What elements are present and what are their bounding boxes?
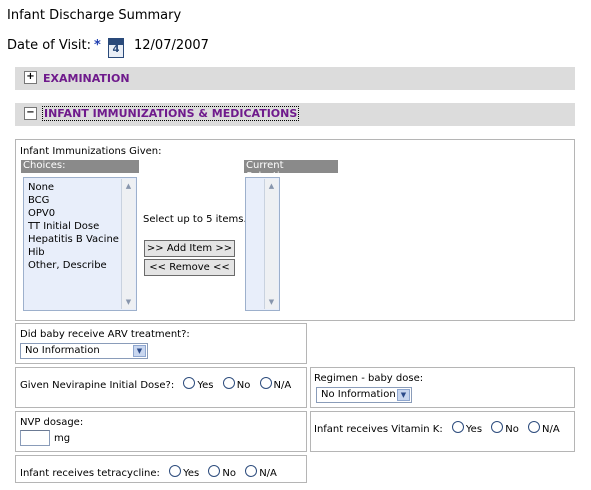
- nvp-dosage-input[interactable]: [20, 430, 50, 446]
- scroll-down-icon[interactable]: ▼: [123, 296, 134, 308]
- radio-label: N/A: [259, 468, 277, 479]
- nvp-question: NVP dosage:: [20, 417, 84, 428]
- choice-item[interactable]: Hib: [28, 246, 136, 259]
- scroll-up-icon[interactable]: ▲: [266, 180, 277, 192]
- current-selections-listbox[interactable]: ▲ ▼: [245, 177, 280, 311]
- scroll-up-icon[interactable]: ▲: [123, 180, 134, 192]
- regimen-question: Regimen - baby dose:: [314, 373, 424, 384]
- calendar-icon[interactable]: 4: [108, 38, 124, 58]
- current-selections-header: Current Selections:: [244, 160, 338, 182]
- calendar-day: 4: [112, 44, 120, 55]
- arv-select[interactable]: No Information ▼: [20, 343, 148, 359]
- page-title: Infant Discharge Summary: [7, 8, 182, 23]
- chevron-down-icon[interactable]: ▼: [397, 389, 410, 401]
- tetracycline-na-radio[interactable]: [245, 465, 258, 477]
- visit-date-label: Date of Visit: *: [7, 38, 101, 53]
- choice-item[interactable]: OPV0: [28, 207, 136, 220]
- scroll-down-icon[interactable]: ▼: [266, 296, 277, 308]
- choice-item[interactable]: Hepatitis B Vacine: [28, 233, 136, 246]
- tetracycline-no-radio[interactable]: [208, 465, 221, 477]
- choices-list: None BCG OPV0 TT Initial Dose Hepatitis …: [24, 178, 136, 272]
- choice-item[interactable]: BCG: [28, 194, 136, 207]
- required-marker: *: [93, 38, 101, 53]
- radio-label: N/A: [273, 380, 292, 391]
- nevirapine-row: Given Nevirapine Initial Dose?: Yes No N…: [20, 377, 291, 391]
- visit-date-label-text: Date of Visit:: [7, 38, 91, 53]
- arv-question: Did baby receive ARV treatment?:: [20, 329, 190, 340]
- vitamin-k-na-radio[interactable]: [528, 421, 541, 433]
- choice-item[interactable]: Other, Describe: [28, 259, 136, 272]
- radio-label: Yes: [465, 424, 483, 435]
- tetracycline-row: Infant receives tetracycline: Yes No N/A: [20, 465, 277, 479]
- radio-label: N/A: [542, 424, 560, 435]
- radio-label: Yes: [197, 380, 214, 391]
- vitamin-k-no-radio[interactable]: [491, 421, 504, 433]
- select-limit-hint: Select up to 5 items.: [143, 214, 247, 225]
- vitamin-k-yes-radio[interactable]: [451, 421, 464, 433]
- nevirapine-no-radio[interactable]: [222, 377, 235, 389]
- radio-label: Yes: [183, 468, 200, 479]
- regimen-select[interactable]: No Information ▼: [316, 387, 412, 403]
- vitamin-k-row: Infant receives Vitamin K: Yes No N/A: [314, 421, 560, 435]
- section-immunizations[interactable]: − INFANT IMMUNIZATIONS & MEDICATIONS: [15, 103, 575, 126]
- nevirapine-na-radio[interactable]: [259, 377, 272, 389]
- add-item-button[interactable]: >> Add Item >>: [144, 240, 235, 257]
- arv-select-value: No Information: [25, 345, 100, 356]
- choice-item[interactable]: None: [28, 181, 136, 194]
- section-examination-label[interactable]: EXAMINATION: [43, 72, 130, 85]
- tetracycline-yes-radio[interactable]: [169, 465, 182, 477]
- chevron-down-icon[interactable]: ▼: [133, 345, 146, 357]
- vitamin-k-question: Infant receives Vitamin K:: [314, 424, 443, 435]
- nvp-unit: mg: [54, 433, 71, 444]
- choice-item[interactable]: TT Initial Dose: [28, 220, 136, 233]
- section-examination[interactable]: + EXAMINATION: [15, 67, 575, 90]
- radio-label: No: [222, 468, 237, 479]
- current-selections-scrollbar[interactable]: ▲ ▼: [264, 179, 278, 309]
- choices-scrollbar[interactable]: ▲ ▼: [121, 179, 135, 309]
- radio-label: No: [505, 424, 519, 435]
- visit-date-value: 12/07/2007: [134, 38, 209, 53]
- nevirapine-question: Given Nevirapine Initial Dose?:: [20, 380, 175, 391]
- tetracycline-question: Infant receives tetracycline:: [20, 468, 160, 479]
- nevirapine-yes-radio[interactable]: [183, 377, 196, 389]
- choices-listbox[interactable]: None BCG OPV0 TT Initial Dose Hepatitis …: [23, 177, 137, 311]
- section-immunizations-label[interactable]: INFANT IMMUNIZATIONS & MEDICATIONS: [41, 106, 300, 121]
- regimen-select-value: No Information: [321, 389, 396, 400]
- plus-box-icon[interactable]: +: [24, 71, 37, 84]
- minus-box-icon[interactable]: −: [24, 107, 37, 120]
- remove-item-button[interactable]: << Remove <<: [144, 259, 235, 276]
- immunizations-title: Infant Immunizations Given:: [20, 146, 162, 157]
- radio-label: No: [236, 380, 251, 391]
- choices-header: Choices:: [21, 160, 139, 173]
